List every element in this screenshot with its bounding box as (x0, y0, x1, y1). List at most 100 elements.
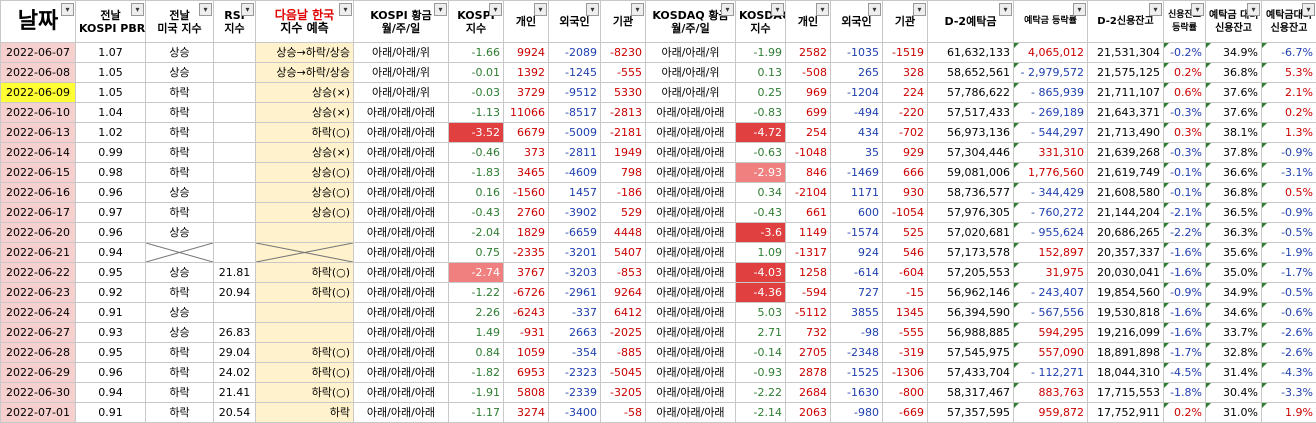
cell-kosdaq-index[interactable]: -0.63 (736, 143, 786, 163)
cell-pbr[interactable]: 0.99 (76, 143, 146, 163)
filter-dropdown-icon[interactable]: ▾ (868, 3, 881, 16)
cell-kosdaq-institution[interactable]: -1519 (883, 43, 928, 63)
cell-credit-ratio[interactable]: 32.8% (1206, 343, 1262, 363)
cell-kospi-institution[interactable]: -2181 (601, 123, 646, 143)
cell-credit-ratio[interactable]: 33.7% (1206, 323, 1262, 343)
header-pred[interactable]: 다음날 한국지수 예측▾ (256, 1, 354, 43)
cell-kosdaq-pattern[interactable]: 아래/아래/아래 (646, 103, 736, 123)
cell-rsi[interactable]: 21.81 (214, 263, 256, 283)
cell-prediction[interactable]: 상승→하락/상승 (256, 43, 354, 63)
cell-credit-ratio-change[interactable]: -2.6% (1262, 343, 1316, 363)
cell-credit-ratio-change[interactable]: -2.6% (1262, 323, 1316, 343)
cell-kosdaq-institution[interactable]: 328 (883, 63, 928, 83)
cell-credit-ratio-change[interactable]: -0.9% (1262, 203, 1316, 223)
cell-credit[interactable]: 21,575,125 (1088, 63, 1164, 83)
cell-kosdaq-pattern[interactable]: 아래/아래/아래 (646, 183, 736, 203)
cell-prediction[interactable]: 상승(○) (256, 163, 354, 183)
cell-kospi-pattern[interactable]: 아래/아래/아래 (354, 363, 449, 383)
filter-dropdown-icon[interactable]: ▾ (1247, 3, 1260, 16)
cell-credit[interactable]: 21,711,107 (1088, 83, 1164, 103)
cell-kospi-institution[interactable]: 4448 (601, 223, 646, 243)
cell-credit-ratio[interactable]: 37.6% (1206, 103, 1262, 123)
cell-kosdaq-individual[interactable]: 254 (786, 123, 831, 143)
cell-pbr[interactable]: 0.91 (76, 303, 146, 323)
cell-kospi-pattern[interactable]: 아래/아래/아래 (354, 103, 449, 123)
cell-kosdaq-pattern[interactable]: 아래/아래/아래 (646, 363, 736, 383)
cell-date[interactable]: 2022-06-10 (1, 103, 76, 123)
cell-prediction[interactable]: 하락(○) (256, 263, 354, 283)
cell-rsi[interactable] (214, 223, 256, 243)
table-row[interactable]: 2022-06-160.96상승상승(○)아래/아래/아래0.16-156014… (1, 183, 1316, 203)
cell-credit-ratio[interactable]: 31.4% (1206, 363, 1262, 383)
header-kosdaq-institution[interactable]: 기관▾ (883, 1, 928, 43)
filter-dropdown-icon[interactable]: ▾ (1073, 3, 1086, 16)
cell-kosdaq-foreign[interactable]: -614 (831, 263, 883, 283)
filter-dropdown-icon[interactable]: ▾ (241, 3, 254, 16)
cell-kospi-pattern[interactable]: 아래/아래/위 (354, 43, 449, 63)
cell-kosdaq-index[interactable]: -4.36 (736, 283, 786, 303)
cell-kosdaq-foreign[interactable]: 600 (831, 203, 883, 223)
table-row[interactable]: 2022-06-200.96상승아래/아래/아래-2.041829-665944… (1, 223, 1316, 243)
filter-dropdown-icon[interactable]: ▾ (434, 3, 447, 16)
filter-dropdown-icon[interactable]: ▾ (339, 3, 352, 16)
cell-kosdaq-pattern[interactable]: 아래/아래/아래 (646, 163, 736, 183)
cell-kosdaq-index[interactable]: 0.34 (736, 183, 786, 203)
cell-rsi[interactable] (214, 83, 256, 103)
cell-date[interactable]: 2022-06-15 (1, 163, 76, 183)
table-row[interactable]: 2022-06-081.05상승상승→하락/상승아래/아래/위-0.011392… (1, 63, 1316, 83)
cell-kospi-individual[interactable]: 3465 (504, 163, 549, 183)
cell-kospi-pattern[interactable]: 아래/아래/아래 (354, 263, 449, 283)
cell-credit-ratio[interactable]: 35.0% (1206, 263, 1262, 283)
cell-kospi-institution[interactable]: -8230 (601, 43, 646, 63)
cell-rsi[interactable] (214, 243, 256, 263)
cell-kospi-individual[interactable]: 1059 (504, 343, 549, 363)
cell-kosdaq-institution[interactable]: 666 (883, 163, 928, 183)
cell-credit-change[interactable]: -4.5% (1164, 363, 1206, 383)
cell-deposit[interactable]: 57,545,975 (928, 343, 1014, 363)
cell-credit-ratio[interactable]: 34.9% (1206, 43, 1262, 63)
cell-kosdaq-foreign[interactable]: 727 (831, 283, 883, 303)
cell-kosdaq-foreign[interactable]: -1574 (831, 223, 883, 243)
cell-kosdaq-pattern[interactable]: 아래/아래/아래 (646, 263, 736, 283)
cell-kosdaq-institution[interactable]: -1306 (883, 363, 928, 383)
cell-credit-change[interactable]: -0.9% (1164, 283, 1206, 303)
cell-kosdaq-pattern[interactable]: 아래/아래/위 (646, 83, 736, 103)
cell-kospi-pattern[interactable]: 아래/아래/아래 (354, 123, 449, 143)
cell-kospi-foreign[interactable]: -354 (549, 343, 601, 363)
cell-kosdaq-index[interactable]: 0.13 (736, 63, 786, 83)
cell-credit[interactable]: 19,530,818 (1088, 303, 1164, 323)
cell-kosdaq-institution[interactable]: 1345 (883, 303, 928, 323)
cell-kosdaq-foreign[interactable]: 3855 (831, 303, 883, 323)
cell-deposit-change[interactable]: - 955,624 (1014, 223, 1088, 243)
cell-us-index[interactable]: 하락 (146, 83, 214, 103)
cell-kospi-foreign[interactable]: -5009 (549, 123, 601, 143)
cell-deposit[interactable]: 56,973,136 (928, 123, 1014, 143)
cell-kospi-individual[interactable]: 3767 (504, 263, 549, 283)
cell-kospi-pattern[interactable]: 아래/아래/아래 (354, 303, 449, 323)
cell-us-index[interactable]: 상승 (146, 183, 214, 203)
cell-kospi-pattern[interactable]: 아래/아래/아래 (354, 323, 449, 343)
cell-prediction[interactable]: 상승(○) (256, 183, 354, 203)
cell-credit[interactable]: 21,643,371 (1088, 103, 1164, 123)
filter-dropdown-icon[interactable]: ▾ (199, 3, 212, 16)
cell-deposit-change[interactable]: - 567,556 (1014, 303, 1088, 323)
cell-kosdaq-individual[interactable]: -5112 (786, 303, 831, 323)
header-kospi-pattern[interactable]: KOSPI 황금월/주/일▾ (354, 1, 449, 43)
cell-kospi-foreign[interactable]: -3203 (549, 263, 601, 283)
cell-kosdaq-individual[interactable]: 732 (786, 323, 831, 343)
cell-kospi-index[interactable]: -1.83 (449, 163, 504, 183)
cell-deposit[interactable]: 58,317,467 (928, 383, 1014, 403)
table-row[interactable]: 2022-06-131.02하락하락(○)아래/아래/아래-3.526679-5… (1, 123, 1316, 143)
cell-prediction[interactable]: 하락(○) (256, 123, 354, 143)
cell-us-index[interactable]: 하락 (146, 103, 214, 123)
cell-us-index[interactable]: 상승 (146, 43, 214, 63)
cell-kospi-index[interactable]: -2.74 (449, 263, 504, 283)
cell-deposit[interactable]: 57,976,305 (928, 203, 1014, 223)
cell-us-index[interactable]: 상승 (146, 223, 214, 243)
cell-rsi[interactable] (214, 143, 256, 163)
cell-kospi-foreign[interactable]: 2663 (549, 323, 601, 343)
cell-kospi-individual[interactable]: 3729 (504, 83, 549, 103)
header-kospi-individual[interactable]: 개인▾ (504, 1, 549, 43)
cell-kosdaq-individual[interactable]: 2684 (786, 383, 831, 403)
cell-prediction[interactable]: 하락(○) (256, 383, 354, 403)
